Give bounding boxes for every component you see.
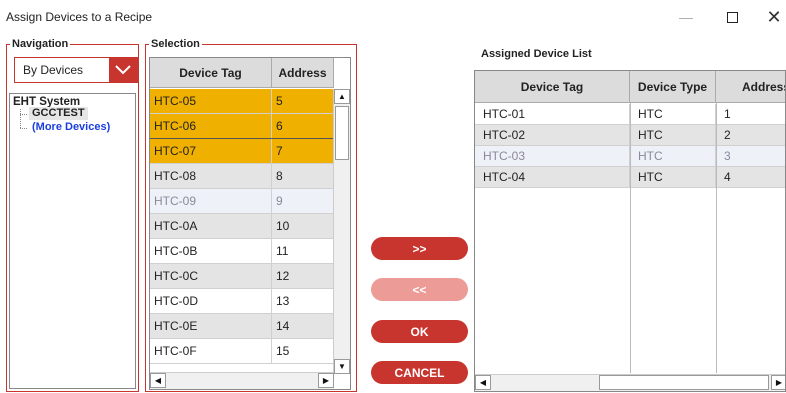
column-header-device-tag[interactable]: Device Tag — [475, 71, 630, 103]
device-tag-cell: HTC-04 — [475, 167, 630, 188]
column-divider — [716, 103, 717, 373]
scroll-down-icon[interactable]: ▼ — [334, 359, 350, 374]
navigation-label: Navigation — [10, 37, 71, 51]
address-cell: 15 — [272, 339, 334, 364]
address-cell: 14 — [272, 314, 334, 339]
device-tag-cell: HTC-02 — [475, 125, 630, 146]
column-header-address[interactable]: Address — [272, 58, 334, 88]
address-cell: 1 — [716, 104, 785, 125]
table-row[interactable]: HTC-05 5 — [150, 89, 334, 114]
device-type-cell: HTC — [630, 125, 716, 146]
chevron-down-icon[interactable] — [109, 58, 137, 82]
selection-group: Selection Device Tag Address HTC-05 5 HTC-… — [145, 37, 357, 392]
device-tag-cell: HTC-06 — [150, 114, 272, 139]
selection-label: Selection — [149, 37, 202, 51]
scroll-right-icon[interactable]: ▶ — [771, 375, 785, 390]
tree-connector — [20, 128, 27, 129]
cancel-button[interactable]: CANCEL — [371, 361, 468, 384]
scroll-left-icon[interactable]: ◀ — [150, 373, 166, 388]
address-cell: 8 — [272, 164, 334, 189]
device-tag-cell: HTC-09 — [150, 189, 272, 214]
device-tag-cell: HTC-0C — [150, 264, 272, 289]
device-tag-cell: HTC-07 — [150, 139, 272, 164]
device-tag-cell: HTC-0B — [150, 239, 272, 264]
window-title: Assign Devices to a Recipe — [6, 10, 153, 24]
address-cell: 9 — [272, 189, 334, 214]
tree-connector — [20, 114, 27, 115]
table-row[interactable]: HTC-0C 12 — [150, 264, 334, 289]
maximize-button[interactable] — [714, 4, 750, 30]
assigned-device-table: Device Tag Device Type Address HTC-01 HTC… — [474, 70, 786, 392]
close-icon: ✕ — [766, 6, 782, 27]
tree-node-gcctest[interactable]: GCCTEST — [29, 107, 88, 120]
address-cell: 10 — [272, 214, 334, 239]
scroll-up-icon[interactable]: ▲ — [334, 89, 350, 104]
table-row[interactable]: HTC-06 6 — [150, 114, 334, 139]
table-row[interactable]: HTC-0B 11 — [150, 239, 334, 264]
minimize-button[interactable]: — — [668, 4, 704, 30]
scroll-thumb[interactable] — [599, 375, 769, 390]
tree-node-more-devices[interactable]: (More Devices) — [29, 121, 113, 134]
address-cell: 13 — [272, 289, 334, 314]
address-cell: 3 — [716, 146, 785, 167]
address-cell: 4 — [716, 167, 785, 188]
device-tag-cell: HTC-0E — [150, 314, 272, 339]
horizontal-scrollbar[interactable]: ◀ ▶ — [150, 372, 334, 389]
add-button[interactable]: >> — [371, 237, 468, 260]
scroll-right-icon[interactable]: ▶ — [318, 373, 334, 388]
table-row[interactable]: HTC-0D 13 — [150, 289, 334, 314]
selection-table: Device Tag Address HTC-05 5 HTC-06 6 HTC-07 7… — [149, 57, 351, 390]
table-row[interactable]: HTC-07 7 — [150, 138, 335, 165]
device-tag-cell: HTC-08 — [150, 164, 272, 189]
remove-button[interactable]: << — [371, 278, 468, 301]
horizontal-scrollbar[interactable]: ◀ ▶ — [475, 374, 785, 391]
address-cell: 12 — [272, 264, 334, 289]
address-cell: 11 — [272, 239, 334, 264]
address-cell: 6 — [272, 114, 334, 139]
close-button[interactable]: ✕ — [756, 4, 786, 30]
title-bar: Assign Devices to a Recipe — ✕ — [0, 0, 786, 34]
device-tag-cell: HTC-0F — [150, 339, 272, 364]
address-cell: 7 — [272, 139, 334, 164]
scroll-left-icon[interactable]: ◀ — [475, 375, 491, 390]
device-tag-cell: HTC-0A — [150, 214, 272, 239]
device-tag-cell: HTC-03 — [475, 146, 630, 167]
device-tag-cell: HTC-05 — [150, 89, 272, 114]
device-type-cell: HTC — [630, 167, 716, 188]
assigned-list-title: Assigned Device List — [481, 48, 592, 60]
ok-button[interactable]: OK — [371, 320, 468, 343]
device-tag-cell: HTC-0D — [150, 289, 272, 314]
dropdown-value: By Devices — [23, 63, 84, 77]
column-header-device-type[interactable]: Device Type — [630, 71, 716, 103]
device-type-cell: HTC — [630, 104, 716, 125]
table-row[interactable]: HTC-0F 15 — [150, 339, 334, 364]
table-row[interactable]: HTC-0E 14 — [150, 314, 334, 339]
minimize-icon: — — [679, 9, 693, 25]
maximize-icon — [726, 11, 738, 23]
navigation-dropdown[interactable]: By Devices — [14, 57, 138, 83]
tree-connector — [20, 109, 21, 128]
device-type-cell: HTC — [630, 146, 716, 167]
address-cell: 2 — [716, 125, 785, 146]
device-tree: EHT System GCCTEST (More Devices) — [9, 93, 136, 389]
table-row[interactable]: HTC-09 9 — [150, 189, 334, 214]
column-header-device-tag[interactable]: Device Tag — [150, 58, 272, 88]
table-row[interactable]: HTC-08 8 — [150, 164, 334, 189]
navigation-group: Navigation By Devices EHT System GCCTEST… — [6, 37, 139, 392]
scroll-thumb[interactable] — [335, 106, 349, 160]
column-divider — [630, 103, 631, 373]
column-header-address[interactable]: Address — [716, 71, 785, 103]
vertical-scrollbar[interactable]: ▲ ▼ — [333, 89, 350, 374]
device-tag-cell: HTC-01 — [475, 104, 630, 125]
table-row[interactable]: HTC-0A 10 — [150, 214, 334, 239]
address-cell: 5 — [272, 89, 334, 114]
